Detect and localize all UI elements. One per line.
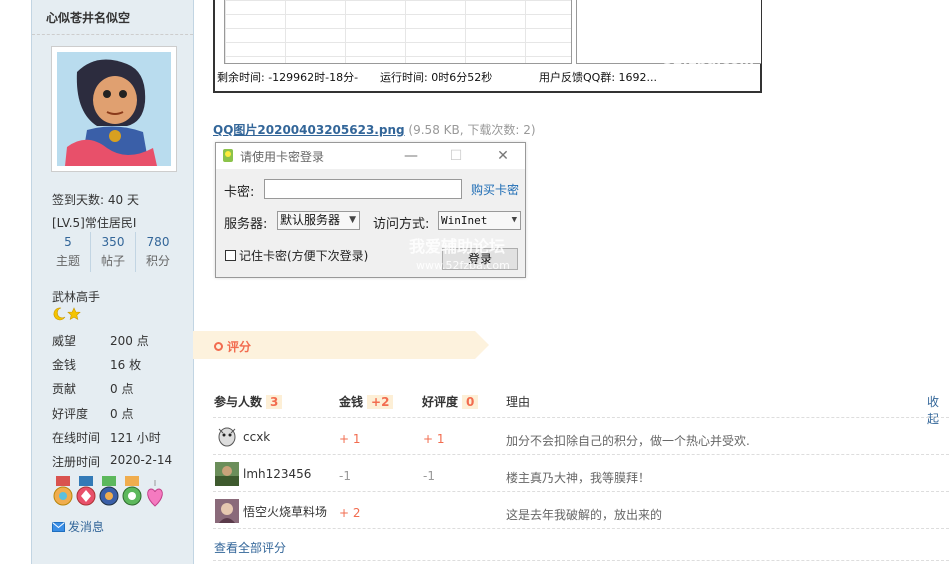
star-icon	[67, 307, 81, 321]
avatar[interactable]	[215, 425, 239, 449]
divider	[32, 34, 193, 35]
send-message-link[interactable]: 发消息	[52, 518, 104, 535]
attachment-link[interactable]: QQ图片20200403205623.png	[213, 123, 405, 137]
rater[interactable]: lmh123456	[215, 462, 311, 486]
medals	[52, 476, 166, 508]
login-dialog: 请使用卡密登录 — ☐ ✕ 卡密: 购买卡密 服务器: 默认服务器 ▼ 访问方式…	[215, 142, 526, 278]
watermark: 52fzba.com	[662, 52, 754, 68]
heart-medal-icon[interactable]	[144, 476, 166, 508]
info-contribution: 贡献 0 点	[52, 382, 134, 396]
app-icon	[223, 149, 233, 162]
user-level[interactable]: [LV.5]常住居民I	[52, 214, 136, 231]
avatar[interactable]	[215, 462, 239, 486]
medal-icon[interactable]	[52, 476, 74, 508]
chevron-down-icon: ▼	[511, 215, 517, 225]
avatar[interactable]	[215, 499, 239, 523]
attachment-meta: (9.58 KB, 下载次数: 2)	[408, 123, 536, 137]
screenshot-grid	[224, 0, 572, 64]
header-participants: 参与人数 3	[214, 393, 283, 410]
stat-credits[interactable]: 780 积分	[136, 232, 180, 272]
buy-card-link[interactable]: 购买卡密	[471, 181, 519, 198]
envelope-icon	[52, 521, 65, 532]
rating-row: 悟空火烧草料场 + 2 这是去年我破解的，放出来的	[213, 492, 949, 529]
close-icon[interactable]: ✕	[491, 146, 515, 166]
rank-title: 武林高手	[52, 290, 101, 304]
moon-icon	[53, 307, 66, 321]
checkbox[interactable]	[225, 250, 236, 261]
author-sidebar: 心似苍井名似空 签到天数: 40 天 [LV.5]常住居民I 5 主题 350	[31, 0, 194, 564]
header-money: 金钱 +2	[339, 393, 394, 410]
chevron-down-icon: ▼	[349, 215, 356, 225]
author-name[interactable]: 心似苍井名似空	[46, 9, 130, 26]
avatar-image	[57, 52, 171, 166]
watermark-url: www.52fzba.com	[416, 259, 510, 272]
user-stats: 5 主题 350 帖子 780 积分	[46, 232, 180, 272]
info-reputation: 好评度 0 点	[52, 407, 134, 421]
minimize-icon[interactable]: —	[399, 146, 423, 166]
header-reason: 理由	[506, 395, 531, 409]
circle-icon	[214, 342, 223, 351]
stat-threads[interactable]: 5 主题	[46, 232, 91, 272]
server-select[interactable]: 默认服务器 ▼	[277, 211, 360, 230]
info-online-time: 在线时间 121 小时	[52, 431, 161, 445]
rater[interactable]: 悟空火烧草料场	[215, 499, 327, 523]
access-label: 访问方式:	[373, 217, 430, 232]
attachment: QQ图片20200403205623.png (9.58 KB, 下载次数: 2…	[213, 121, 536, 138]
signin-days: 签到天数: 40 天	[52, 193, 139, 207]
medal-icon[interactable]	[121, 476, 143, 508]
remember-card-checkbox[interactable]: 记住卡密(方便下次登录)	[225, 247, 368, 264]
rater[interactable]: ccxk	[215, 425, 270, 449]
header-reputation: 好评度 0	[422, 393, 479, 410]
card-input[interactable]	[264, 179, 462, 199]
rating-row: lmh123456 -1 -1 楼主真乃大神，我等膜拜！	[213, 455, 949, 492]
post-screenshot[interactable]: 剩余时间: -129962时-18分- 运行时间: 0时6分52秒 用户反馈QQ…	[213, 0, 762, 93]
rank-stars	[52, 307, 81, 321]
stat-posts[interactable]: 350 帖子	[91, 232, 136, 272]
screenshot-status-bar: 剩余时间: -129962时-18分- 运行时间: 0时6分52秒 用户反馈QQ…	[217, 71, 658, 84]
watermark: 我爱辅助论坛	[409, 237, 506, 256]
info-prestige: 威望 200 点	[52, 334, 149, 348]
rating-title: 评分	[214, 338, 251, 355]
maximize-icon[interactable]: ☐	[444, 146, 468, 166]
medal-icon[interactable]	[75, 476, 97, 508]
server-label: 服务器:	[224, 217, 268, 232]
rating-row: ccxk + 1 + 1 加分不会扣除自己的积分，做一个热心并受欢.	[213, 418, 949, 455]
card-label: 卡密:	[224, 185, 255, 200]
divider	[213, 560, 949, 561]
access-select[interactable]: WinInet ▼	[438, 211, 521, 230]
info-register-date: 注册时间 2020-2-14	[52, 453, 173, 469]
dialog-title: 请使用卡密登录	[240, 150, 325, 164]
avatar[interactable]	[51, 46, 177, 172]
medal-icon[interactable]	[98, 476, 120, 508]
dialog-titlebar[interactable]: 请使用卡密登录 — ☐ ✕	[216, 143, 525, 169]
info-money: 金钱 16 枚	[52, 358, 142, 372]
view-all-ratings-link[interactable]: 查看全部评分	[214, 539, 286, 556]
